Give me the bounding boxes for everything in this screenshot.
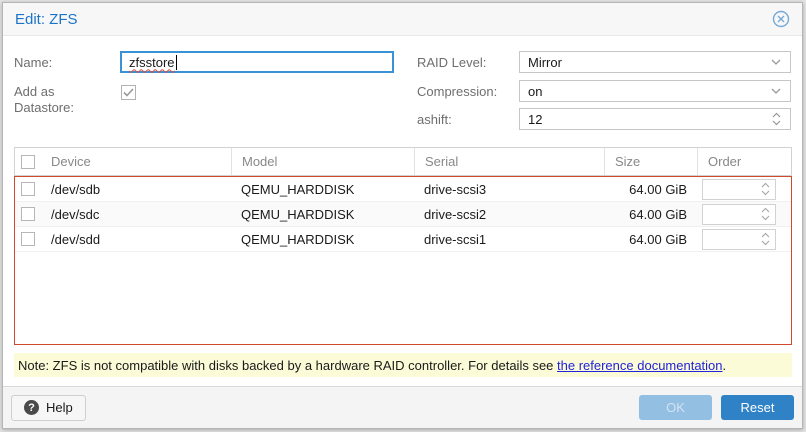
row-checkbox[interactable] [21, 182, 35, 196]
model-cell: QEMU_HARDDISK [231, 182, 414, 197]
column-header-serial[interactable]: Serial [414, 148, 604, 175]
order-spinner[interactable] [702, 229, 776, 250]
device-cell: /dev/sdd [41, 232, 231, 247]
ashift-spinner[interactable]: 12 [519, 108, 791, 130]
spinner-up-icon[interactable] [760, 232, 771, 239]
checkmark-icon [123, 88, 134, 97]
spinner-down-icon[interactable] [760, 214, 771, 221]
chevron-down-icon [770, 58, 782, 66]
add-as-datastore-checkbox[interactable] [121, 85, 136, 100]
note-text: Note: ZFS is not compatible with disks b… [18, 358, 726, 373]
row-select-cell [15, 232, 41, 246]
compression-value: on [528, 84, 542, 99]
spinner-down-icon[interactable] [771, 119, 782, 126]
model-cell: QEMU_HARDDISK [231, 207, 414, 222]
note-bar: Note: ZFS is not compatible with disks b… [14, 353, 792, 377]
raid-level-combo[interactable]: Mirror [519, 51, 791, 73]
spinner-up-icon[interactable] [760, 207, 771, 214]
name-label: Name: [14, 55, 52, 71]
row-checkbox[interactable] [21, 207, 35, 221]
raid-level-label: RAID Level: [417, 55, 486, 71]
disk-table: Device Model Serial Size Order /dev/sdb … [14, 147, 792, 345]
row-checkbox[interactable] [21, 232, 35, 246]
size-cell: 64.00 GiB [604, 182, 697, 197]
reset-button[interactable]: Reset [721, 395, 794, 420]
serial-cell: drive-scsi3 [414, 182, 604, 197]
chevron-down-icon [770, 87, 782, 95]
close-icon [772, 10, 790, 28]
order-spinner[interactable] [702, 179, 776, 200]
compression-label: Compression: [417, 84, 497, 100]
table-row[interactable]: /dev/sdc QEMU_HARDDISK drive-scsi2 64.00… [15, 202, 791, 227]
ok-button[interactable]: OK [639, 395, 712, 420]
help-button-label: Help [46, 400, 73, 415]
add-as-datastore-label: Add as Datastore: [14, 84, 114, 116]
select-all-cell [15, 148, 41, 175]
select-all-checkbox[interactable] [21, 155, 35, 169]
help-button[interactable]: ? Help [11, 395, 86, 421]
order-cell [697, 229, 791, 250]
column-header-device[interactable]: Device [41, 148, 231, 175]
device-cell: /dev/sdc [41, 207, 231, 222]
close-button[interactable] [772, 10, 790, 28]
table-row[interactable]: /dev/sdd QEMU_HARDDISK drive-scsi1 64.00… [15, 227, 791, 252]
order-cell [697, 179, 791, 200]
order-cell [697, 204, 791, 225]
row-select-cell [15, 207, 41, 221]
reference-documentation-link[interactable]: the reference documentation [557, 358, 723, 373]
column-header-order[interactable]: Order [697, 148, 791, 175]
column-header-size[interactable]: Size [604, 148, 697, 175]
column-header-model[interactable]: Model [231, 148, 414, 175]
edit-zfs-dialog: Edit: ZFS Name: zfsstore Add as Datastor… [2, 2, 803, 429]
serial-cell: drive-scsi2 [414, 207, 604, 222]
table-row[interactable]: /dev/sdb QEMU_HARDDISK drive-scsi3 64.00… [15, 177, 791, 202]
dialog-titlebar: Edit: ZFS [3, 3, 802, 36]
name-input-value: zfsstore [129, 55, 175, 70]
model-cell: QEMU_HARDDISK [231, 232, 414, 247]
dialog-title: Edit: ZFS [15, 11, 78, 28]
serial-cell: drive-scsi1 [414, 232, 604, 247]
compression-combo[interactable]: on [519, 80, 791, 102]
spinner-buttons[interactable] [760, 182, 771, 196]
disk-table-body: /dev/sdb QEMU_HARDDISK drive-scsi3 64.00… [14, 176, 792, 345]
raid-level-value: Mirror [528, 55, 562, 70]
ashift-label: ashift: [417, 112, 452, 128]
device-cell: /dev/sdb [41, 182, 231, 197]
size-cell: 64.00 GiB [604, 207, 697, 222]
dialog-footer: ? Help OK Reset [3, 386, 802, 428]
spinner-buttons[interactable] [760, 232, 771, 246]
order-spinner[interactable] [702, 204, 776, 225]
size-cell: 64.00 GiB [604, 232, 697, 247]
ashift-value: 12 [528, 112, 542, 127]
spinner-buttons[interactable] [760, 207, 771, 221]
spinner-up-icon[interactable] [760, 182, 771, 189]
text-caret [176, 55, 177, 70]
row-select-cell [15, 182, 41, 196]
disk-table-header: Device Model Serial Size Order [14, 147, 792, 176]
name-input[interactable]: zfsstore [120, 51, 394, 73]
help-icon: ? [24, 400, 39, 415]
spinner-buttons[interactable] [771, 112, 782, 126]
spinner-down-icon[interactable] [760, 189, 771, 196]
spinner-down-icon[interactable] [760, 239, 771, 246]
spinner-up-icon[interactable] [771, 112, 782, 119]
